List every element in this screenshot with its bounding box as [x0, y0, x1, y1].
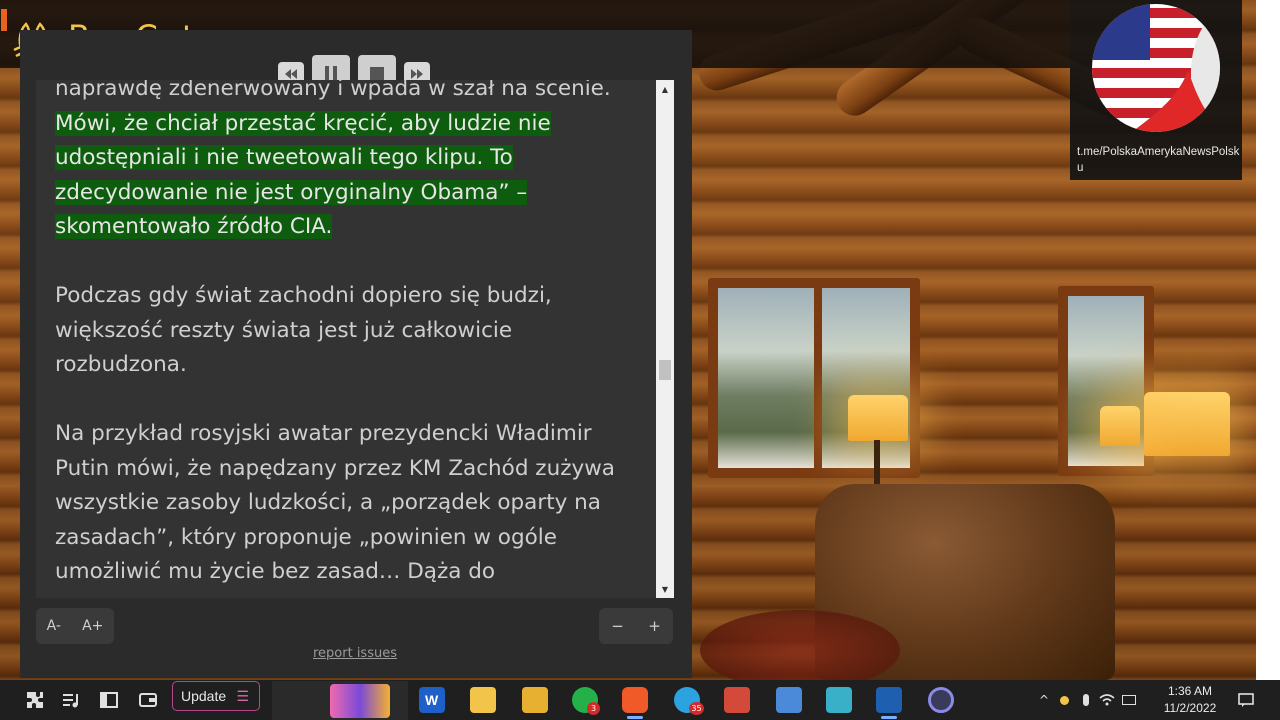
reader-scrollbar[interactable]: ▲ ▼: [656, 80, 674, 598]
update-label: Update: [181, 688, 227, 704]
extensions-icon[interactable]: [22, 680, 48, 720]
battery-icon[interactable]: [1120, 680, 1138, 720]
rug: [700, 610, 900, 680]
notepad-icon[interactable]: [776, 687, 802, 713]
snipping-tool-icon[interactable]: [724, 687, 750, 713]
menu-icon: ☰: [236, 688, 249, 704]
microphone-icon[interactable]: [1078, 680, 1094, 720]
lamp: [1144, 392, 1230, 456]
channel-overlay: t.me/PolskaAmerykaNewsPolsku: [1070, 0, 1242, 180]
rewind-icon: [285, 69, 297, 79]
zoom-in-button[interactable]: +: [648, 617, 661, 635]
cabin-window-left: [708, 278, 920, 478]
cabin-window-right: [1058, 286, 1154, 476]
recorder-icon[interactable]: [928, 687, 954, 713]
us-poland-flag-icon: [1092, 4, 1220, 132]
clock-time: 1:36 AM: [1167, 684, 1213, 698]
orange-app-icon[interactable]: [0, 0, 8, 40]
telegram-icon[interactable]: 35: [674, 687, 704, 715]
editor-icon[interactable]: [826, 687, 852, 713]
playlist-icon[interactable]: [60, 680, 84, 720]
whatsapp-icon[interactable]: 3: [572, 687, 600, 715]
telegram-badge: 35: [689, 702, 704, 715]
fast-forward-icon: [411, 69, 423, 79]
zoom-controls: − +: [599, 608, 673, 644]
system-clock[interactable]: 1:36 AM 11/2/2022: [1150, 683, 1230, 717]
scroll-up-icon[interactable]: ▲: [656, 80, 674, 98]
paragraph: naprawdę zdenerwowany i wpada w szał na …: [55, 80, 645, 245]
weather-icon[interactable]: [1056, 680, 1072, 720]
font-decrease-button[interactable]: A-: [47, 618, 61, 634]
beecut-taskbar-icon[interactable]: [470, 687, 496, 713]
wifi-icon[interactable]: [1098, 680, 1116, 720]
notification-icon[interactable]: [1234, 680, 1258, 720]
chevron-up-icon[interactable]: ^: [1036, 680, 1052, 720]
zoom-out-button[interactable]: −: [611, 617, 624, 635]
font-increase-button[interactable]: A+: [82, 618, 103, 634]
word-icon[interactable]: W: [419, 687, 445, 713]
stop-icon: [370, 67, 384, 81]
update-button[interactable]: Update ☰: [172, 681, 260, 711]
wallet-icon[interactable]: [136, 680, 160, 720]
scroll-down-icon[interactable]: ▼: [656, 580, 674, 598]
font-size-controls: A- A+: [36, 608, 114, 644]
file-explorer-icon[interactable]: [522, 687, 548, 713]
lamp: [848, 395, 908, 441]
paragraph: Na przykład rosyjski awatar prezydencki …: [55, 421, 615, 584]
reader-text-area[interactable]: naprawdę zdenerwowany i wpada w szał na …: [36, 80, 674, 598]
report-issues-link[interactable]: report issues: [0, 646, 710, 661]
paragraph-cut-line: naprawdę zdenerwowany i wpada w szał na …: [55, 80, 611, 101]
scroll-thumb[interactable]: [659, 360, 671, 380]
tts-highlighted-text: Mówi, że chciał przestać kręcić, aby lud…: [55, 110, 551, 239]
sidebar-icon[interactable]: [97, 680, 121, 720]
media-player-icon[interactable]: [876, 687, 902, 713]
article-text: naprawdę zdenerwowany i wpada w szał na …: [55, 80, 645, 598]
clock-date: 11/2/2022: [1163, 701, 1217, 715]
lamp: [1100, 406, 1140, 446]
whatsapp-badge: 3: [587, 702, 600, 715]
paragraph: Podczas gdy świat zachodni dopiero się b…: [55, 283, 552, 377]
channel-url: t.me/PolskaAmerykaNewsPolsku: [1077, 146, 1240, 174]
brave-browser-icon[interactable]: [622, 687, 648, 713]
people-widget-icon[interactable]: [330, 684, 390, 718]
